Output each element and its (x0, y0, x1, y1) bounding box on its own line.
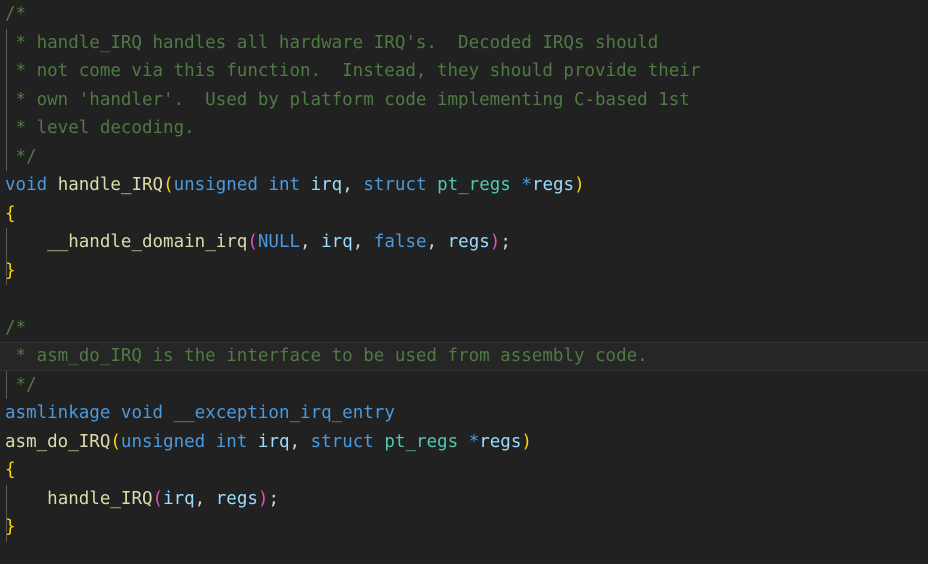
semicolon: ; (500, 232, 511, 252)
code-line[interactable]: { (0, 456, 928, 485)
code-line-current[interactable]: * asm_do_IRQ is the interface to be used… (0, 342, 928, 371)
comment-token: /* (5, 4, 27, 24)
comma: , (300, 232, 311, 252)
macro-exception-irq-entry: __exception_irq_entry (173, 403, 395, 423)
param-regs: regs (479, 431, 522, 452)
comment-token: * handle_IRQ handles all hardware IRQ's.… (5, 32, 659, 53)
comma: , (289, 431, 301, 452)
comment-token: * level decoding. (5, 118, 195, 138)
code-line[interactable]: * handle_IRQ handles all hardware IRQ's.… (0, 29, 928, 58)
paren-open: ( (110, 431, 121, 452)
code-line[interactable]: * own 'handler'. Used by platform code i… (0, 86, 928, 115)
function-call-handle-irq: handle_IRQ (47, 488, 153, 509)
comment-token: * asm_do_IRQ is the interface to be used… (5, 346, 648, 366)
code-line[interactable]: */ (0, 371, 928, 400)
comment-token: * own 'handler'. Used by platform code i… (5, 89, 690, 110)
arg-regs: regs (447, 232, 490, 252)
keyword-asmlinkage: asmlinkage (5, 403, 111, 423)
param-regs: regs (531, 175, 575, 195)
code-line[interactable]: * not come via this function. Instead, t… (0, 57, 928, 86)
comment-token: * not come via this function. Instead, t… (5, 61, 701, 81)
param-irq: irq (257, 431, 290, 452)
code-line-blank[interactable] (0, 285, 928, 314)
function-name-handle-irq: handle_IRQ (57, 175, 164, 195)
arg-irq: irq (163, 488, 195, 509)
code-content[interactable]: /* * handle_IRQ handles all hardware IRQ… (0, 0, 928, 564)
code-line[interactable]: */ (0, 143, 928, 172)
comma: , (426, 232, 438, 252)
comma: , (194, 488, 206, 509)
arg-regs: regs (215, 488, 258, 509)
code-line[interactable]: asm_do_IRQ(unsigned int irq, struct pt_r… (0, 428, 928, 457)
paren-close: ) (489, 232, 501, 252)
type-pt-regs: pt_regs (437, 175, 511, 195)
keyword-unsigned: unsigned (173, 175, 258, 195)
code-line[interactable]: __handle_domain_irq(NULL, irq, false, re… (0, 228, 928, 257)
brace-close: } (5, 260, 16, 281)
brace-close: } (5, 517, 16, 537)
paren-open: ( (247, 232, 258, 252)
comment-token: */ (5, 374, 37, 395)
code-line[interactable]: void handle_IRQ(unsigned int irq, struct… (0, 171, 928, 200)
pointer-star: * (468, 431, 480, 452)
code-line[interactable]: /* (0, 314, 928, 343)
keyword-unsigned: unsigned (120, 431, 206, 452)
code-line[interactable]: { (0, 200, 928, 229)
function-name-asm-do-irq: asm_do_IRQ (5, 431, 111, 452)
paren-close: ) (257, 488, 269, 509)
code-line[interactable]: handle_IRQ(irq, regs); (0, 485, 928, 514)
keyword-struct: struct (310, 431, 374, 452)
paren-open: ( (152, 488, 164, 509)
function-call-handle-domain-irq: __handle_domain_irq (47, 232, 248, 252)
code-line[interactable]: } (0, 257, 928, 286)
code-line[interactable]: /* (0, 0, 928, 29)
comma: , (352, 232, 364, 252)
param-irq: irq (310, 175, 343, 195)
comment-token: */ (5, 146, 37, 167)
code-line[interactable]: } (0, 513, 928, 542)
pointer-star: * (521, 175, 532, 195)
keyword-void: void (5, 175, 48, 195)
brace-open: { (5, 203, 16, 224)
paren-close: ) (521, 431, 532, 452)
arg-irq: irq (321, 232, 353, 252)
paren-close: ) (574, 175, 585, 195)
brace-open: { (5, 460, 16, 480)
keyword-struct: struct (363, 175, 427, 195)
code-line[interactable]: * level decoding. (0, 114, 928, 143)
comma: , (342, 175, 353, 195)
type-pt-regs: pt_regs (384, 431, 459, 452)
keyword-void: void (120, 403, 164, 423)
constant-false: false (373, 232, 427, 252)
code-editor[interactable]: /* * handle_IRQ handles all hardware IRQ… (0, 0, 928, 564)
keyword-int: int (215, 431, 248, 452)
keyword-int: int (268, 175, 301, 195)
comment-token: /* (5, 317, 27, 338)
semicolon: ; (268, 488, 280, 509)
constant-null: NULL (257, 232, 301, 252)
code-line[interactable]: asmlinkage void __exception_irq_entry (0, 399, 928, 428)
paren-open: ( (163, 175, 174, 195)
